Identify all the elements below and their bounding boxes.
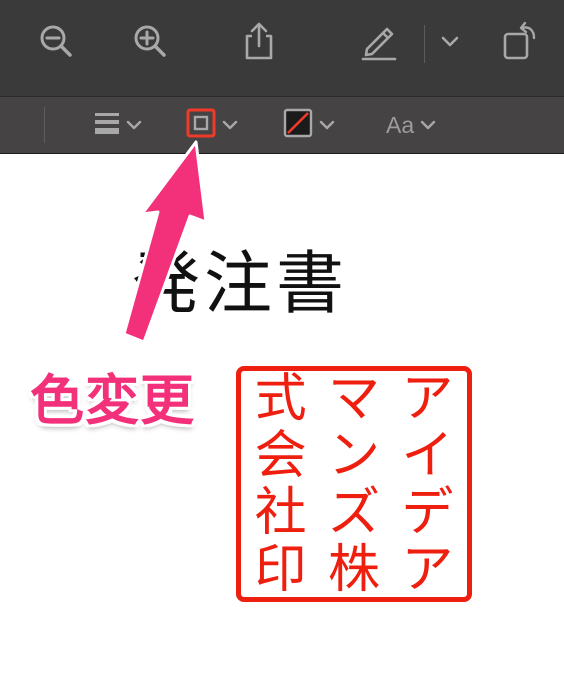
share-icon [242, 21, 276, 65]
seal-char: ア [401, 539, 454, 600]
zoom-out-button[interactable] [34, 18, 78, 68]
seal-char: 社 [254, 482, 307, 543]
zoom-out-icon [39, 24, 73, 62]
markup-menu-button[interactable] [428, 18, 472, 68]
seal-char: デ [401, 482, 454, 543]
rotate-icon [500, 20, 540, 66]
text-style-button[interactable]: Aa [386, 107, 436, 143]
seal-char: マ [327, 368, 380, 429]
fill-color-icon [283, 108, 313, 142]
toolbar-divider [44, 107, 45, 143]
chevron-down-icon [440, 34, 460, 53]
document-title: 発注書 [132, 245, 349, 324]
seal-char: 印 [254, 539, 307, 600]
seal-char: ア [401, 368, 454, 429]
seal-char: イ [401, 425, 454, 486]
border-color-button[interactable] [186, 107, 238, 143]
share-button[interactable] [237, 18, 281, 68]
line-weight-icon [94, 111, 120, 139]
seal-char: 式 [254, 368, 307, 429]
chevron-down-icon [126, 116, 142, 135]
fill-color-button[interactable] [283, 107, 335, 143]
seal-characters: 式 マ ア 会 ン イ 社 ズ デ 印 株 ア [244, 370, 464, 598]
chevron-down-icon [420, 116, 436, 135]
shape-style-button[interactable] [94, 107, 142, 143]
annotation-label: 色変更 [30, 369, 195, 432]
seal-char: 会 [254, 425, 307, 486]
border-color-icon [186, 108, 216, 142]
markup-button[interactable] [357, 18, 401, 68]
chevron-down-icon [319, 116, 335, 135]
markup-toolbar: Aa [0, 96, 564, 154]
pen-icon [359, 21, 399, 65]
seal-char: 株 [327, 539, 380, 600]
zoom-in-button[interactable] [128, 18, 172, 68]
text-style-label: Aa [386, 111, 415, 138]
toolbar-divider [424, 25, 425, 63]
chevron-down-icon [222, 116, 238, 135]
main-toolbar [0, 0, 564, 96]
seal-char: ズ [327, 482, 380, 543]
zoom-in-icon [133, 24, 167, 62]
seal-char: ン [327, 425, 380, 486]
company-seal[interactable]: 式 マ ア 会 ン イ 社 ズ デ 印 株 ア [236, 366, 472, 602]
rotate-button[interactable] [498, 18, 542, 68]
